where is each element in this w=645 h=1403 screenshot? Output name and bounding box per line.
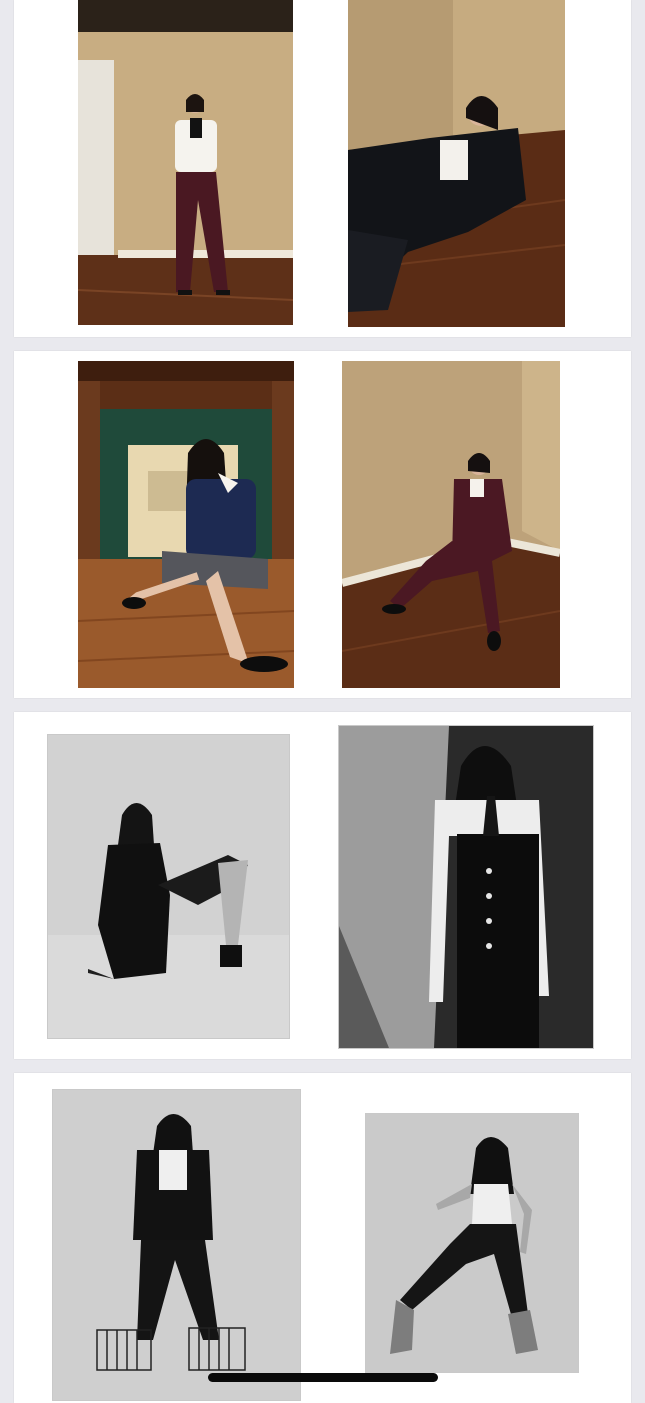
photo-image: [53, 1090, 300, 1400]
home-indicator[interactable]: [208, 1373, 438, 1382]
photo-image: [366, 1114, 578, 1372]
document-page-1[interactable]: [14, 0, 631, 337]
photo-seated-chair-burgundy[interactable]: [342, 361, 560, 688]
photo-image: [78, 0, 293, 325]
document-page-2[interactable]: [14, 351, 631, 698]
photo-bw-seated-floor[interactable]: [47, 734, 290, 1039]
document-page-3[interactable]: [14, 712, 631, 1059]
photo-image: [78, 361, 294, 688]
document-page-4[interactable]: [14, 1073, 631, 1403]
photo-standing-white-shirt[interactable]: [78, 0, 293, 325]
photo-reclining-floor[interactable]: [348, 0, 565, 327]
photo-bw-standing-corset[interactable]: [338, 725, 594, 1049]
photo-image: [48, 735, 289, 1038]
photo-image: [342, 361, 560, 688]
photo-image: [339, 726, 593, 1048]
photo-image: [348, 0, 565, 327]
photo-bw-standing-on-crates[interactable]: [52, 1089, 301, 1401]
photo-bw-wide-stance-jeans[interactable]: [365, 1113, 579, 1373]
photo-fireplace-seated[interactable]: [78, 361, 294, 688]
